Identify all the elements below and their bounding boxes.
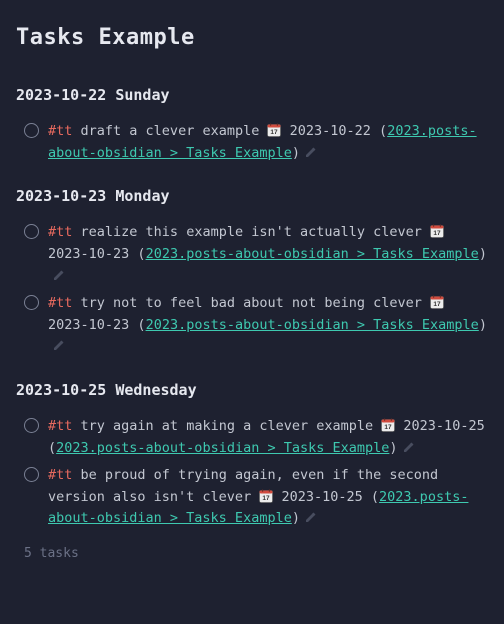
group-heading: 2023-10-25 Wednesday <box>16 378 488 402</box>
calendar-icon: 17 <box>259 489 273 503</box>
task-checkbox[interactable] <box>24 123 39 138</box>
task-date: 2023-10-23 <box>48 246 129 262</box>
pencil-icon[interactable] <box>402 440 416 454</box>
calendar-icon: 17 <box>267 123 281 137</box>
task-date: 2023-10-22 <box>290 123 371 139</box>
svg-text:17: 17 <box>433 301 441 308</box>
group-heading: 2023-10-23 Monday <box>16 184 488 208</box>
calendar-icon: 17 <box>381 418 395 432</box>
task-tag[interactable]: #tt <box>48 123 72 139</box>
task-row: #tt try not to feel bad about not being … <box>24 293 488 358</box>
task-date: 2023-10-25 <box>281 489 362 505</box>
task-text: try again at making a clever example <box>81 418 374 434</box>
pencil-icon[interactable] <box>304 145 318 159</box>
task-tag[interactable]: #tt <box>48 224 72 240</box>
svg-text:17: 17 <box>263 495 271 502</box>
pencil-icon[interactable] <box>52 338 66 352</box>
task-source-link[interactable]: 2023.posts-about-obsidian > Tasks Exampl… <box>56 440 389 456</box>
task-text: draft a clever example <box>81 123 260 139</box>
task-checkbox[interactable] <box>24 224 39 239</box>
task-checkbox[interactable] <box>24 295 39 310</box>
task-row: #tt be proud of trying again, even if th… <box>24 465 488 530</box>
calendar-icon: 17 <box>430 295 444 309</box>
svg-text:17: 17 <box>271 129 279 136</box>
task-text: realize this example isn't actually clev… <box>81 224 422 240</box>
svg-text:17: 17 <box>385 424 393 431</box>
pencil-icon[interactable] <box>304 510 318 524</box>
task-source-link[interactable]: 2023.posts-about-obsidian > Tasks Exampl… <box>146 317 479 333</box>
calendar-icon: 17 <box>430 224 444 238</box>
task-date: 2023-10-23 <box>48 317 129 333</box>
task-tag[interactable]: #tt <box>48 295 72 311</box>
page-title: Tasks Example <box>16 20 488 55</box>
task-count-footer: 5 tasks <box>24 544 488 565</box>
task-checkbox[interactable] <box>24 467 39 482</box>
task-groups: 2023-10-22 Sunday #tt draft a clever exam… <box>16 83 488 530</box>
task-checkbox[interactable] <box>24 418 39 433</box>
task-row: #tt draft a clever example 17 2023-10-22… <box>24 121 488 164</box>
task-row: #tt try again at making a clever example… <box>24 416 488 459</box>
pencil-icon[interactable] <box>52 268 66 282</box>
group-heading: 2023-10-22 Sunday <box>16 83 488 107</box>
task-text: try not to feel bad about not being clev… <box>81 295 422 311</box>
svg-text:17: 17 <box>433 231 441 238</box>
task-source-link[interactable]: 2023.posts-about-obsidian > Tasks Exampl… <box>146 246 479 262</box>
task-date: 2023-10-25 <box>403 418 484 434</box>
task-row: #tt realize this example isn't actually … <box>24 222 488 287</box>
task-tag[interactable]: #tt <box>48 418 72 434</box>
task-tag[interactable]: #tt <box>48 467 72 483</box>
